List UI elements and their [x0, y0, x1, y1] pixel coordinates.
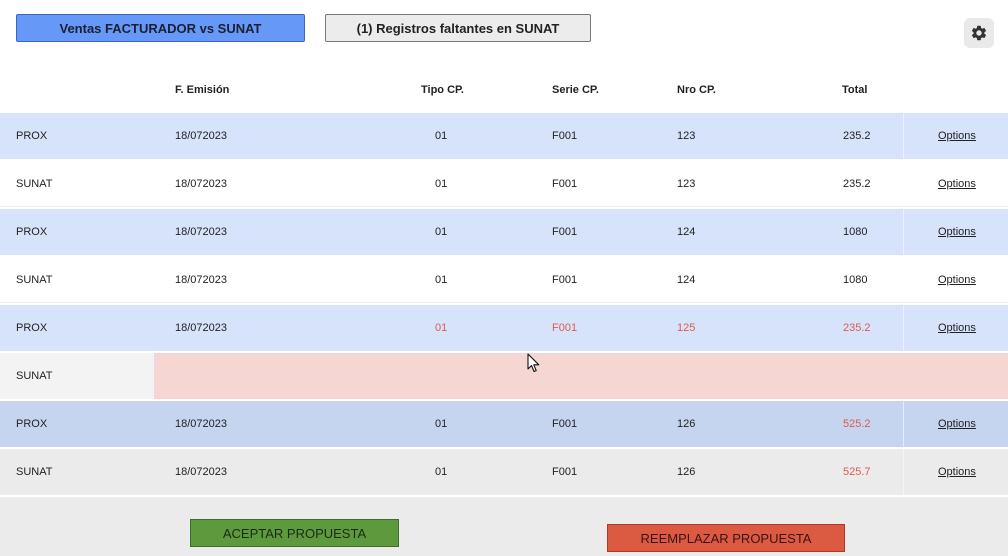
options-column-divider: [903, 161, 904, 207]
options-column-divider: [903, 209, 904, 255]
cell-source: SUNAT: [16, 370, 53, 382]
column-header-nro: Nro CP.: [677, 84, 716, 96]
cell-fecha: 18/072023: [175, 178, 227, 190]
table-row: PROX 18/072023 01 F001 124 1080 Options: [0, 209, 1008, 255]
cell-fecha: 18/072023: [175, 466, 227, 478]
column-header-serie: Serie CP.: [552, 84, 599, 96]
row-options-link[interactable]: Options: [938, 178, 976, 190]
footer-bar: [0, 497, 1008, 556]
gear-icon: [971, 25, 987, 41]
cell-total: 1080: [843, 226, 868, 238]
cell-fecha: 18/072023: [175, 130, 227, 142]
cell-fecha: 18/072023: [175, 418, 227, 430]
cell-total: 235.2: [843, 130, 871, 142]
cell-serie: F001: [552, 322, 578, 334]
row-options-link[interactable]: Options: [938, 274, 976, 286]
cell-fecha: 18/072023: [175, 226, 227, 238]
cell-source: PROX: [16, 130, 48, 142]
row-options-link[interactable]: Options: [938, 226, 976, 238]
cell-nro: 123: [677, 130, 696, 142]
options-column-divider: [903, 113, 904, 159]
cell-tipo: 01: [435, 274, 448, 286]
column-header-total: Total: [842, 84, 868, 96]
mouse-pointer-icon: [527, 353, 540, 373]
settings-button[interactable]: [964, 18, 994, 48]
cell-serie: F001: [552, 274, 578, 286]
options-column-divider: [903, 257, 904, 303]
cell-source: PROX: [16, 226, 48, 238]
options-column-divider: [903, 305, 904, 351]
cell-tipo: 01: [435, 178, 448, 190]
cell-total: 525.2: [843, 418, 871, 430]
table-row: PROX 18/072023 01 F001 123 235.2 Options: [0, 113, 1008, 159]
table-row: SUNAT 18/072023 01 F001 126 525.7 Options: [0, 449, 1008, 495]
cell-serie: F001: [552, 226, 578, 238]
cell-nro: 126: [677, 418, 696, 430]
cell-total: 525.7: [843, 466, 871, 478]
missing-record-highlight: [154, 353, 1008, 399]
cell-tipo: 01: [435, 466, 448, 478]
cell-tipo: 01: [435, 322, 448, 334]
cell-source: SUNAT: [16, 466, 53, 478]
comparison-table: PROX 18/072023 01 F001 123 235.2 Options SUNAT 1…: [0, 113, 1008, 497]
table-row: SUNAT 18/072023 01 F001 123 235.2 Options: [0, 161, 1008, 207]
row-options-link[interactable]: Options: [938, 466, 976, 478]
row-options-link[interactable]: Options: [938, 130, 976, 142]
cell-fecha: 18/072023: [175, 322, 227, 334]
tab-registros-faltantes[interactable]: (1) Registros faltantes en SUNAT: [325, 14, 591, 42]
table-row: PROX 18/072023 01 F001 125 235.2 Options: [0, 305, 1008, 351]
cell-nro: 124: [677, 226, 696, 238]
cell-serie: F001: [552, 178, 578, 190]
cell-total: 1080: [843, 274, 868, 286]
row-options-link[interactable]: Options: [938, 418, 976, 430]
cell-serie: F001: [552, 466, 578, 478]
cell-serie: F001: [552, 418, 578, 430]
cell-tipo: 01: [435, 226, 448, 238]
options-column-divider: [903, 449, 904, 495]
options-column-divider: [903, 401, 904, 447]
accept-proposal-button[interactable]: ACEPTAR PROPUESTA: [190, 519, 399, 547]
column-header-fecha: F. Emisión: [175, 84, 230, 96]
cell-tipo: 01: [435, 418, 448, 430]
column-header-tipo: Tipo CP.: [421, 84, 464, 96]
cell-total: 235.2: [843, 322, 871, 334]
cell-nro: 126: [677, 466, 696, 478]
table-row: PROX 18/072023 01 F001 126 525.2 Options: [0, 401, 1008, 447]
tab-ventas-facturador-vs-sunat[interactable]: Ventas FACTURADOR vs SUNAT: [16, 14, 305, 42]
cell-total: 235.2: [843, 178, 871, 190]
cell-serie: F001: [552, 130, 578, 142]
cell-source: SUNAT: [16, 274, 53, 286]
replace-proposal-button[interactable]: REEMPLAZAR PROPUESTA: [607, 524, 845, 552]
cell-fecha: 18/072023: [175, 274, 227, 286]
row-options-link[interactable]: Options: [938, 322, 976, 334]
cell-nro: 124: [677, 274, 696, 286]
cell-tipo: 01: [435, 130, 448, 142]
cell-source: PROX: [16, 418, 48, 430]
cell-nro: 125: [677, 322, 696, 334]
table-row: SUNAT 18/072023 01 F001 124 1080 Options: [0, 257, 1008, 303]
table-header: F. Emisión Tipo CP. Serie CP. Nro CP. To…: [0, 76, 1008, 104]
cell-nro: 123: [677, 178, 696, 190]
table-row: SUNAT: [0, 353, 1008, 399]
cell-source: SUNAT: [16, 178, 53, 190]
cell-source: PROX: [16, 322, 48, 334]
